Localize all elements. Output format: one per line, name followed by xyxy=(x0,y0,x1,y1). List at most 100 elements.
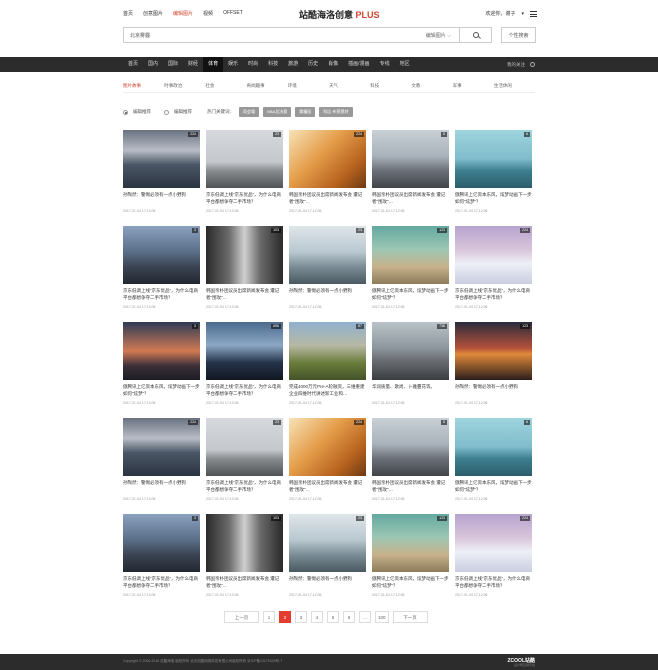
image-thumbnail[interactable]: 6 xyxy=(455,418,532,476)
image-card[interactable]: 23 孙陶然：警惕必须有一点小野狗 2017-01-04 17:12:06 xyxy=(289,226,366,322)
subnav-item[interactable]: 科技 xyxy=(370,83,411,92)
card-title[interactable]: 京东低调上线“京东优品”，为什么电商平台都想争夺二手市场？ xyxy=(206,384,283,397)
next-page-button[interactable]: 下一页 xyxy=(392,611,428,623)
image-thumbnail[interactable]: 656 xyxy=(206,322,283,380)
menu-icon[interactable] xyxy=(530,10,537,17)
gear-icon[interactable] xyxy=(530,62,535,67)
top-nav-item[interactable]: 创意图片 xyxy=(143,10,163,17)
image-thumbnail[interactable]: 6 xyxy=(372,418,449,476)
card-title[interactable]: 孙陶然：警惕必须有一点小野狗 xyxy=(289,576,366,589)
image-card[interactable]: 23 孙陶然：警惕必须有一点小野狗 2017-01-04 17:12:06 xyxy=(289,514,366,610)
image-thumbnail[interactable]: 23 xyxy=(206,418,283,476)
image-card[interactable]: 6 傲腾讯上亿资本东风，炫梦动画下一步如何“炫梦”？ 2017-01-04 17:1… xyxy=(455,130,532,226)
image-thumbnail[interactable]: 224 xyxy=(123,130,200,188)
channel-item[interactable]: 科技 xyxy=(263,57,283,72)
image-thumbnail[interactable]: 123 xyxy=(372,226,449,284)
search-input[interactable]: 北京雾霾 xyxy=(124,32,426,39)
channel-item[interactable]: 国际 xyxy=(163,57,183,72)
image-card[interactable]: 123 傲腾讯上亿资本东风，炫梦动画下一步如何“炫梦”？ 2017-01-04 17… xyxy=(372,226,449,322)
image-card[interactable]: 736 华润质量、歌尚、卜雅蔓花等。 2017-01-04 17:12:06 xyxy=(372,322,449,418)
card-title[interactable]: 京东低调上线“京东优品”，为什么电商平台都想争夺二手市场？ xyxy=(123,576,200,589)
hot-tag[interactable]: 両会場 xyxy=(239,107,259,117)
image-card[interactable]: 224 孙陶然：警惕必须有一点小野狗 2017-01-04 17:12:06 xyxy=(123,130,200,226)
image-card[interactable]: 224 京东低调上线“京东优品”，为什么电商平台都想争夺二手市场？ 2017-01-… xyxy=(455,226,532,322)
image-thumbnail[interactable]: 23 xyxy=(206,130,283,188)
card-title[interactable]: 华润质量、歌尚、卜雅蔓花等。 xyxy=(372,384,449,397)
image-thumbnail[interactable]: 224 xyxy=(123,418,200,476)
card-title[interactable]: 孙陶然：警惕必须有一点小野狗 xyxy=(123,192,200,205)
image-card[interactable]: 103 韩国亲朴团议员出席新闻发布会 遭记者“围攻”… 2017-01-04 17:… xyxy=(206,514,283,610)
channel-item[interactable]: 国内 xyxy=(143,57,163,72)
image-thumbnail[interactable]: 87 xyxy=(289,322,366,380)
card-title[interactable]: 韩国亲朴团议员出席新闻发布会 遭记者“围攻”… xyxy=(372,192,449,205)
page-number[interactable]: 5 xyxy=(327,611,339,623)
card-title[interactable]: 孙陶然：警惕必须有一点小野狗 xyxy=(289,288,366,301)
image-thumbnail[interactable]: 6 xyxy=(455,130,532,188)
image-thumbnail[interactable]: 6 xyxy=(372,130,449,188)
card-title[interactable]: 京东低调上线“京东优品”，为什么电商平台都想争夺二手市场？ xyxy=(206,192,283,205)
image-card[interactable]: 224 孙陶然：警惕必须有一点小野狗 2017-01-04 17:12:06 xyxy=(123,418,200,514)
my-follow-link[interactable]: 我的关注 xyxy=(507,62,525,68)
card-title[interactable]: 完成4000万元Pre-A轮融资，三维重建企业四维时代讲述新工业和… xyxy=(289,384,366,397)
card-title[interactable]: 傲腾讯上亿资本东风，炫梦动画下一步如何“炫梦”？ xyxy=(372,576,449,589)
image-thumbnail[interactable]: 736 xyxy=(372,322,449,380)
image-thumbnail[interactable]: 224 xyxy=(289,418,366,476)
radio-editor-pick-2[interactable] xyxy=(164,109,169,115)
image-card[interactable]: 3 傲腾讯上亿资本东风，炫梦动画下一步如何“炫梦”？ 2017-01-04 17:1… xyxy=(123,322,200,418)
image-card[interactable]: 3 京东低调上线“京东优品”，为什么电商平台都想争夺二手市场？ 2017-01-04… xyxy=(123,514,200,610)
prev-page-button[interactable]: 上一页 xyxy=(224,611,259,623)
card-title[interactable]: 韩国亲朴团议员出席新闻发布会 遭记者“围攻”… xyxy=(289,192,366,205)
image-card[interactable]: 224 韩国亲朴团议员出席新闻发布会 遭记者“围攻”… 2017-01-04 17:… xyxy=(289,130,366,226)
image-thumbnail[interactable]: 23 xyxy=(289,514,366,572)
subnav-item[interactable]: 环境 xyxy=(288,83,329,92)
hot-tag[interactable]: 雾霾园 xyxy=(295,107,316,117)
channel-item[interactable]: 时尚 xyxy=(243,57,263,72)
channel-item[interactable]: 财经 xyxy=(183,57,203,72)
image-thumbnail[interactable]: 3 xyxy=(123,226,200,284)
image-thumbnail[interactable]: 103 xyxy=(206,514,283,572)
image-thumbnail[interactable]: 3 xyxy=(123,322,200,380)
card-title[interactable]: 韩国亲朴团议员出席新闻发布会 遭记者“围攻”… xyxy=(206,576,283,589)
image-card[interactable]: 23 京东低调上线“京东优品”，为什么电商平台都想争夺二手市场？ 2017-01-0… xyxy=(206,418,283,514)
card-title[interactable]: 孙陶然：警惕必须有一点小野狗 xyxy=(455,384,532,397)
image-thumbnail[interactable]: 3 xyxy=(123,514,200,572)
card-title[interactable]: 韩国亲朴团议员出席新闻发布会 遭记者“围攻”… xyxy=(206,288,283,301)
channel-item[interactable]: 插画/漫画 xyxy=(343,57,374,72)
image-thumbnail[interactable]: 23 xyxy=(289,226,366,284)
channel-item[interactable]: 肖像 xyxy=(323,57,343,72)
card-title[interactable]: 傲腾讯上亿资本东风，炫梦动画下一步如何“炫梦”？ xyxy=(455,480,532,493)
image-card[interactable]: 87 完成4000万元Pre-A轮融资，三维重建企业四维时代讲述新工业和… 2017… xyxy=(289,322,366,418)
channel-item[interactable]: 历史 xyxy=(303,57,323,72)
page-number[interactable]: 6 xyxy=(343,611,355,623)
channel-item[interactable]: 首页 xyxy=(123,57,143,72)
card-title[interactable]: 傲腾讯上亿资本东风，炫梦动画下一步如何“炫梦”？ xyxy=(123,384,200,397)
image-card[interactable]: 6 韩国亲朴团议员出席新闻发布会 遭记者“围攻”… 2017-01-04 17:12… xyxy=(372,130,449,226)
card-title[interactable]: 京东低调上线“京东优品”，为什么电商平台都想争夺二手市场？ xyxy=(206,480,283,493)
page-number[interactable]: 1 xyxy=(263,611,275,623)
search-scope-select[interactable]: 编辑图片 ⌵ xyxy=(426,32,459,39)
image-card[interactable]: 6 韩国亲朴团议员出席新闻发布会 遭记者“围攻”… 2017-01-04 17:12… xyxy=(372,418,449,514)
image-card[interactable]: 6 傲腾讯上亿资本东风，炫梦动画下一步如何“炫梦”？ 2017-01-04 17:1… xyxy=(455,418,532,514)
image-thumbnail[interactable]: 224 xyxy=(289,130,366,188)
subnav-item[interactable]: 生活休闲 xyxy=(494,83,535,92)
subnav-item[interactable]: 文教 xyxy=(411,83,452,92)
image-thumbnail[interactable]: 123 xyxy=(372,514,449,572)
image-card[interactable]: 123 孙陶然：警惕必须有一点小野狗 2017-01-04 17:12:06 xyxy=(455,322,532,418)
subnav-item[interactable]: 图片故事 xyxy=(123,83,164,92)
card-title[interactable]: 傲腾讯上亿资本东风，炫梦动画下一步如何“炫梦”？ xyxy=(372,288,449,301)
top-nav-item[interactable]: 视频 xyxy=(203,10,213,17)
card-title[interactable]: 傲腾讯上亿资本东风，炫梦动画下一步如何“炫梦”？ xyxy=(455,192,532,205)
page-number[interactable]: 4 xyxy=(311,611,323,623)
custom-search-button[interactable]: 个性搜索 xyxy=(501,27,536,43)
subnav-item[interactable]: 社会 xyxy=(205,83,246,92)
page-number[interactable]: 2 xyxy=(279,611,291,623)
page-number[interactable]: ... xyxy=(359,611,371,623)
radio-editor-pick[interactable] xyxy=(123,109,128,115)
card-title[interactable]: 京东低调上线“京东优品”，为什么电商平台都想争夺二手市场？ xyxy=(455,288,532,301)
image-card[interactable]: 123 傲腾讯上亿资本东风，炫梦动画下一步如何“炫梦”？ 2017-01-04 17… xyxy=(372,514,449,610)
hot-tag[interactable]: 科比·布莱恩特 xyxy=(319,107,353,117)
site-logo[interactable]: 站酷海洛创意 PLUS xyxy=(299,8,380,21)
image-card[interactable]: 103 韩国亲朴团议员出席新闻发布会 遭记者“围攻”… 2017-01-04 17:… xyxy=(206,226,283,322)
card-title[interactable]: 京东低调上线“京东优品”，为什么电商平台都想争夺二手市场？ xyxy=(455,576,532,589)
top-nav-item[interactable]: 编辑图片 xyxy=(173,10,193,17)
